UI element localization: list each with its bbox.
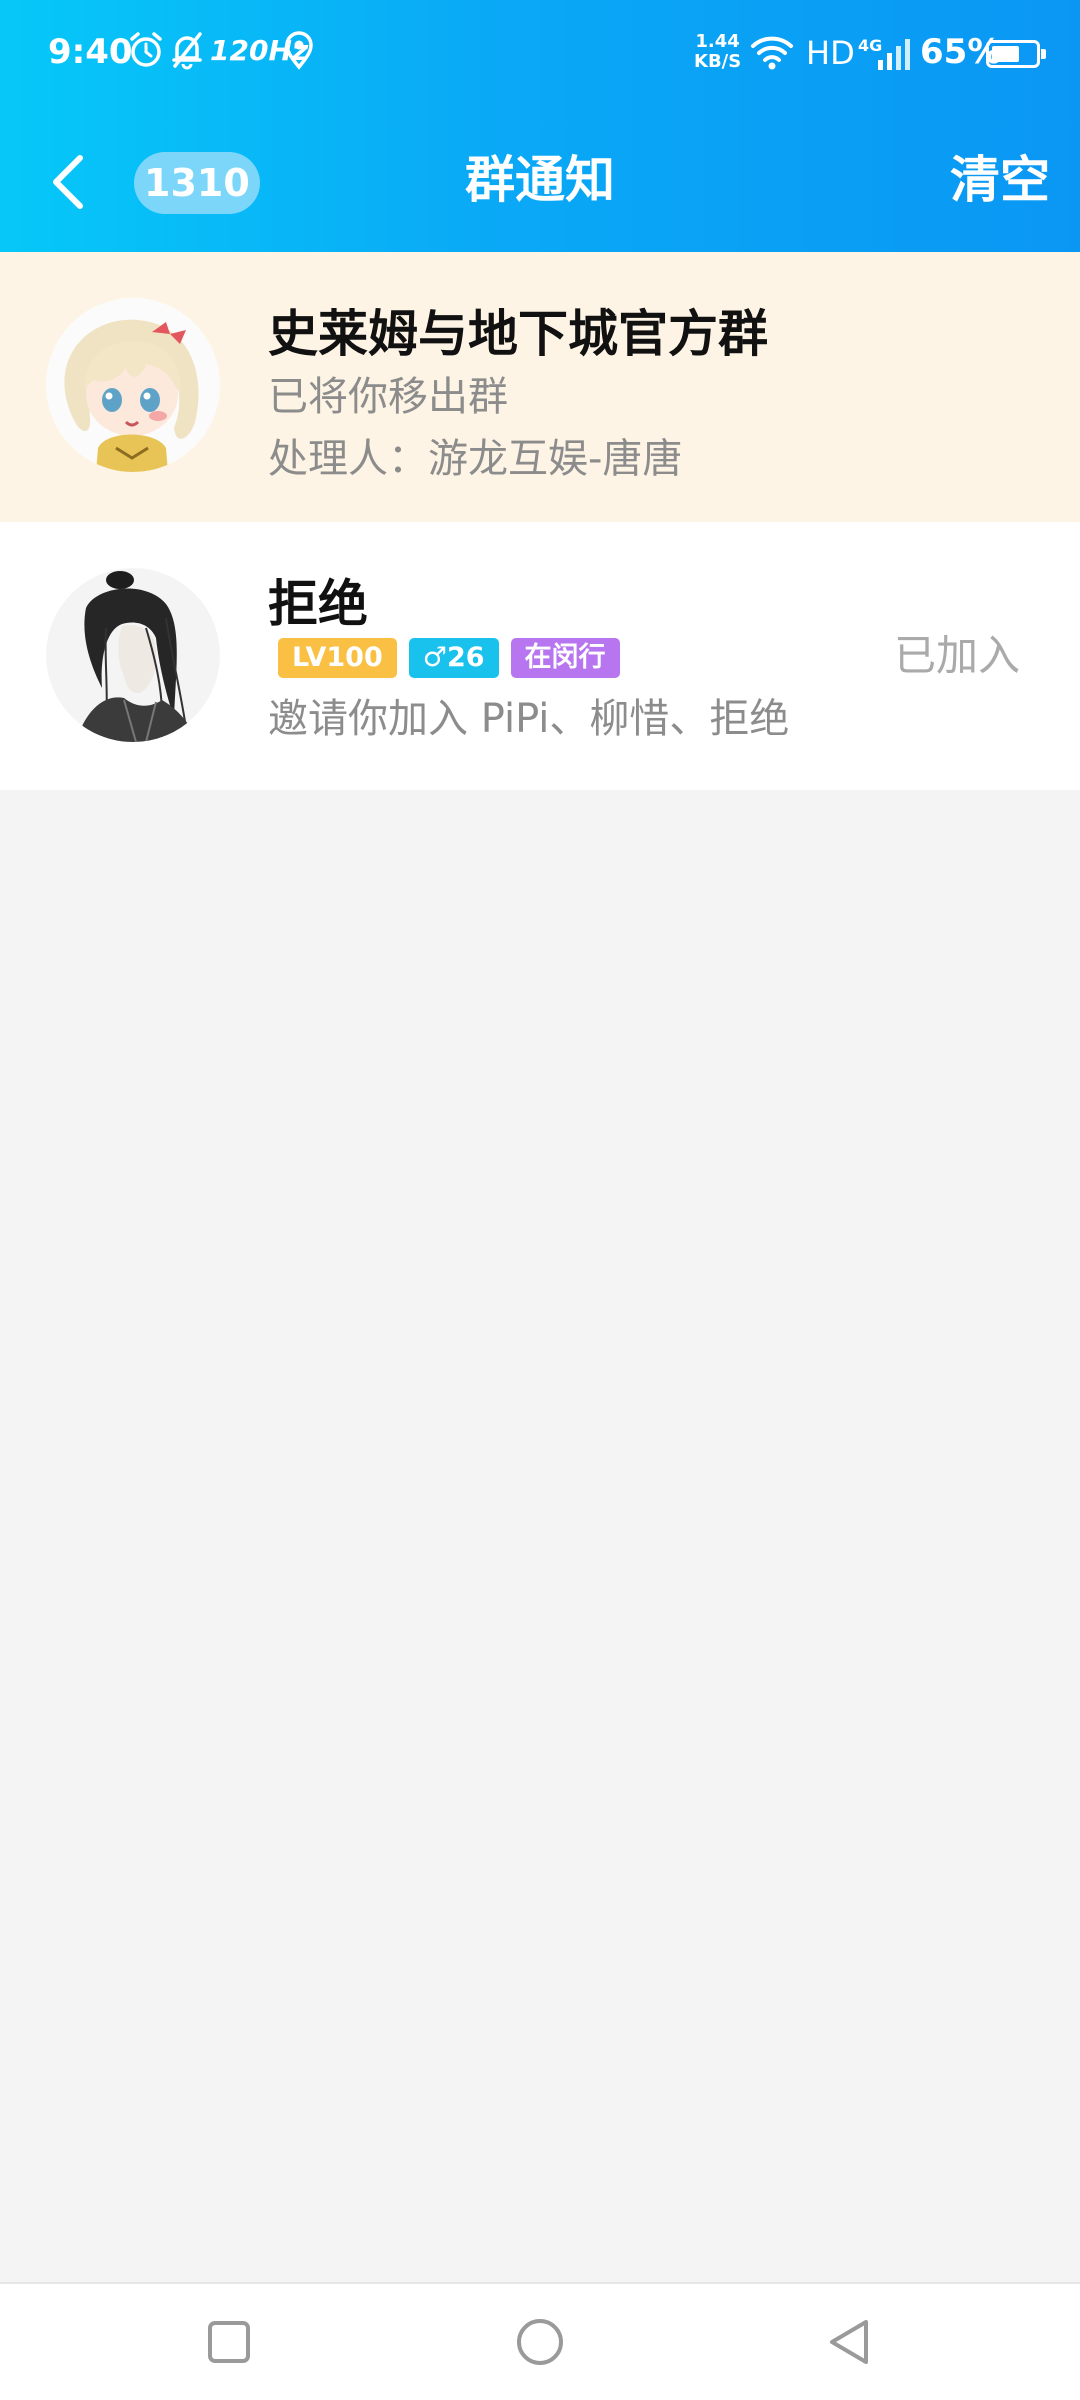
hd-indicator: HD (806, 34, 855, 72)
unread-count-badge: 1310 (134, 152, 260, 214)
alarm-icon (130, 32, 162, 67)
notification-handler: 处理人：游龙互娱-唐唐 (268, 436, 683, 482)
group-name: 史莱姆与地下城官方群 (268, 305, 768, 363)
status-bar: 9:40 120Hz 1.44 KB/S HD 4G 65% (0, 0, 1080, 108)
group-avatar[interactable] (46, 298, 220, 472)
network-speed: 1.44 KB/S (694, 32, 741, 72)
home-circle-icon[interactable] (504, 2306, 576, 2378)
wifi-icon (751, 36, 793, 70)
title-bar: 1310 群通知 清空 (0, 108, 1080, 252)
anime-girl-avatar-image (46, 298, 220, 472)
recent-apps-square-icon[interactable] (193, 2306, 265, 2378)
header-area: 9:40 120Hz 1.44 KB/S HD 4G 65% 1310 群通知 … (0, 0, 1080, 252)
gender-age-tag: ♂26 (408, 638, 499, 678)
level-tag: LV100 (278, 638, 397, 678)
system-nav-bar (0, 2282, 1080, 2400)
clear-button[interactable]: 清空 (950, 108, 1050, 252)
user-avatar[interactable] (46, 568, 220, 742)
notification-item[interactable]: 拒绝 LV100 ♂26 在闵行 邀请你加入 PiPi、柳惜、拒绝 已加入 (0, 522, 1080, 790)
user-tags: LV100 ♂26 在闵行 (278, 638, 620, 678)
invite-message: 邀请你加入 PiPi、柳惜、拒绝 (268, 696, 790, 742)
battery-fill (992, 46, 1019, 62)
user-name: 拒绝 (268, 575, 368, 633)
notification-message: 已将你移出群 (268, 374, 508, 420)
battery-icon (986, 40, 1046, 68)
back-triangle-icon[interactable] (812, 2306, 884, 2378)
net-speed-unit: KB/S (694, 51, 742, 72)
location-tag: 在闵行 (510, 638, 620, 678)
notification-item[interactable]: 史莱姆与地下城官方群 已将你移出群 处理人：游龙互娱-唐唐 (0, 252, 1080, 522)
ink-portrait-avatar-image (46, 568, 220, 742)
back-arrow-icon[interactable] (46, 152, 90, 212)
mute-bell-icon (172, 32, 202, 70)
net-speed-value: 1.44 (695, 31, 740, 52)
joined-status: 已加入 (893, 631, 1020, 680)
status-time: 9:40 (48, 32, 133, 72)
signal-icon (878, 39, 910, 70)
location-icon (285, 31, 313, 70)
